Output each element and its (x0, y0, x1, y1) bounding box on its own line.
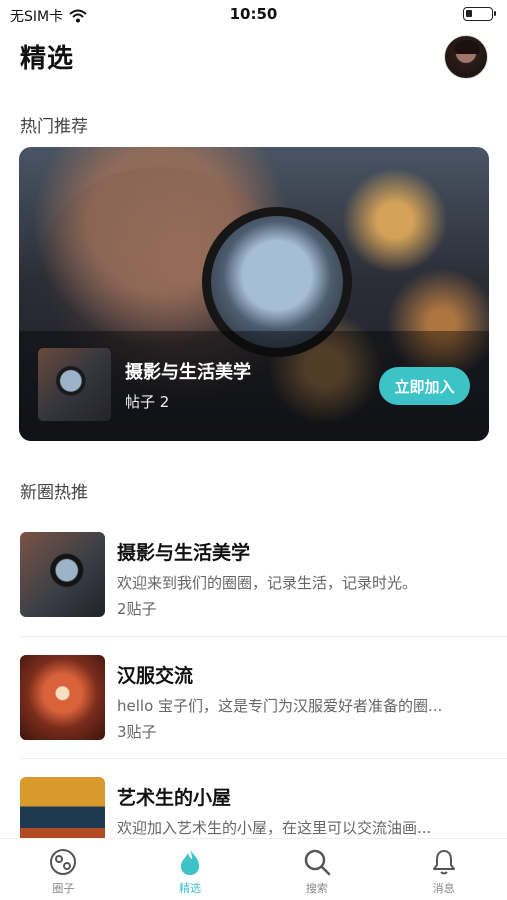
divider (20, 758, 507, 759)
item-title: 艺术生的小屋 (117, 787, 232, 809)
card-post-count: 帖子 2 (125, 393, 170, 411)
item-title: 汉服交流 (117, 665, 194, 687)
search-icon (304, 849, 331, 876)
item-post-count: 3贴子 (117, 723, 157, 741)
new-section-title: 新圈热推 (20, 483, 88, 503)
tab-label: 圈子 (52, 882, 75, 895)
tab-label: 精选 (179, 882, 202, 895)
tab-label: 消息 (432, 882, 455, 895)
hot-section-title: 热门推荐 (20, 117, 88, 137)
bell-icon (432, 850, 455, 875)
flame-icon (181, 849, 200, 875)
avatar[interactable] (444, 35, 488, 79)
item-description: 欢迎来到我们的圈圈，记录生活，记录时光。 (117, 574, 418, 592)
circle-icon (50, 849, 77, 875)
hot-circle-card[interactable]: 摄影与生活美学 帖子 2 立即加入 (19, 147, 489, 441)
card-title: 摄影与生活美学 (125, 362, 251, 383)
status-bar: 无SIM卡 10:50 (0, 0, 507, 30)
clock: 10:50 (229, 5, 278, 23)
tab-search[interactable]: 搜索 (254, 839, 381, 900)
tab-label: 搜索 (305, 882, 328, 895)
tab-bar: 圈子 精选 搜索 消息 (0, 838, 507, 900)
item-post-count: 2贴子 (117, 600, 157, 618)
battery-icon (463, 7, 496, 21)
divider (20, 636, 507, 637)
join-button[interactable]: 立即加入 (379, 367, 470, 405)
item-title: 摄影与生活美学 (117, 542, 251, 564)
item-thumbnail (20, 532, 105, 617)
tab-featured[interactable]: 精选 (127, 839, 254, 900)
page-title: 精选 (20, 44, 75, 74)
tab-messages[interactable]: 消息 (380, 839, 507, 900)
item-description: 欢迎加入艺术生的小屋，在这里可以交流油画... (117, 819, 432, 837)
card-thumbnail (38, 348, 111, 421)
item-thumbnail (20, 655, 105, 740)
tab-circles[interactable]: 圈子 (0, 839, 127, 900)
item-description: hello 宝子们，这是专门为汉服爱好者准备的圈... (117, 697, 443, 715)
